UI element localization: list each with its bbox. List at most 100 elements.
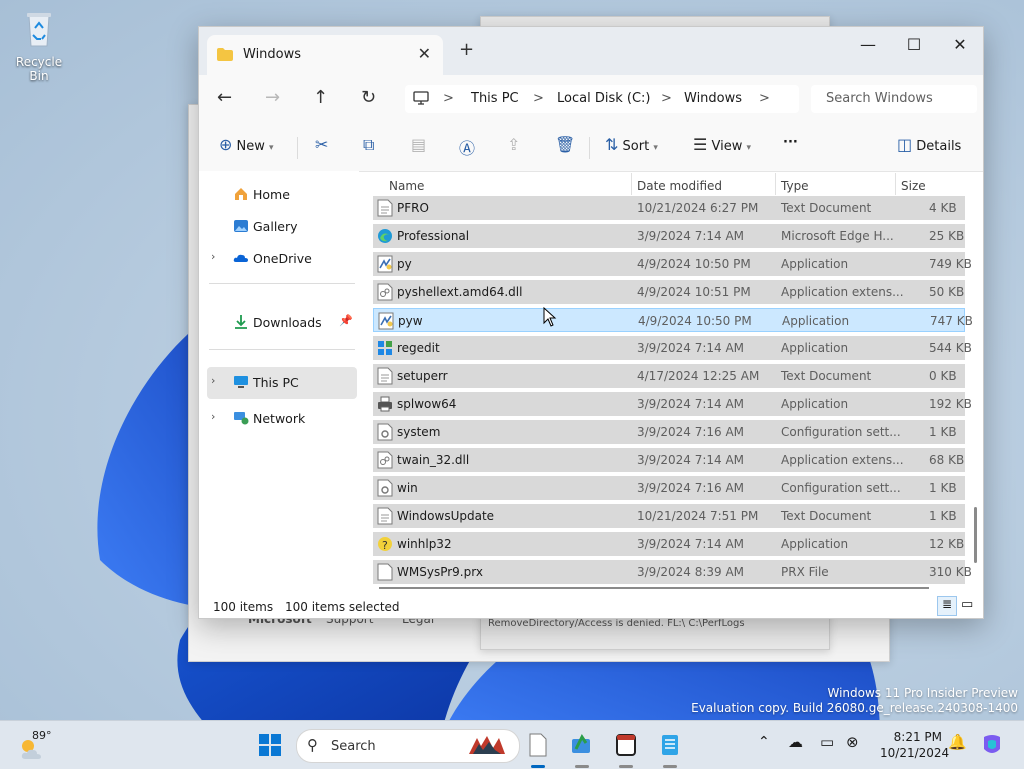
table-row[interactable]: PFRO 10/21/2024 6:27 PM Text Document 4 KB: [373, 196, 965, 220]
file-name: WindowsUpdate: [397, 509, 495, 523]
table-row[interactable]: splwow64 3/9/2024 7:14 AM Application 192 K…: [373, 392, 972, 416]
divider: [209, 283, 355, 284]
breadcrumb-this-pc[interactable]: This PC: [471, 91, 519, 106]
notepad-app-icon[interactable]: [658, 733, 682, 757]
back-icon[interactable]: ←: [217, 87, 232, 108]
divider: [589, 137, 590, 159]
status-bar: 100 items 100 items selected ≣ ▭: [199, 594, 983, 618]
table-row[interactable]: setuperr 4/17/2024 12:25 AM Text Document 0…: [373, 364, 965, 388]
paste-button[interactable]: ▤: [411, 135, 426, 154]
new-button[interactable]: ⊕ New ▾: [219, 135, 274, 154]
table-row[interactable]: pyshellext.amd64.dll 4/9/2024 10:51 PM App…: [373, 280, 965, 304]
cut-button[interactable]: ✂: [315, 135, 328, 154]
chevron-right-icon[interactable]: ›: [211, 374, 215, 387]
nav-item-gallery[interactable]: Gallery: [207, 211, 357, 241]
terminal-app-icon[interactable]: [614, 733, 638, 757]
display-icon[interactable]: ▭: [820, 733, 834, 751]
up-icon[interactable]: ↑: [313, 87, 328, 108]
more-options-button[interactable]: ···: [783, 135, 798, 150]
file-name: win: [397, 481, 418, 495]
rename-button[interactable]: Ⓐ: [459, 135, 475, 159]
chevron-right-icon[interactable]: ›: [211, 250, 215, 263]
breadcrumb-local-disk[interactable]: Local Disk (C:): [557, 91, 650, 106]
start-windows-icon[interactable]: [258, 733, 282, 757]
breadcrumb-separator: >: [443, 91, 454, 106]
nav-item-this-pc[interactable]: › This PC: [207, 367, 357, 399]
divider[interactable]: [775, 173, 776, 195]
taskbar-search[interactable]: ⚲ Search: [296, 729, 520, 763]
search-input[interactable]: Search Windows: [811, 85, 977, 113]
close-tab-icon[interactable]: ✕: [418, 44, 431, 63]
file-size: 50 KB: [929, 285, 965, 299]
nav-item-downloads[interactable]: Downloads 📌: [207, 307, 357, 337]
file-name: splwow64: [397, 397, 457, 411]
volume-mute-icon[interactable]: ⊗: [846, 733, 859, 751]
divider[interactable]: [631, 173, 632, 195]
close-button[interactable]: ✕: [937, 31, 983, 61]
file-size: 68 KB: [929, 453, 965, 467]
table-row[interactable]: win 3/9/2024 7:16 AM Configuration sett...…: [373, 476, 965, 500]
column-header: ⌃ Name Date modified Type Size: [373, 171, 983, 195]
file-type: PRX File: [781, 565, 829, 579]
horizontal-scrollbar[interactable]: [379, 587, 929, 589]
table-row[interactable]: twain_32.dll 3/9/2024 7:14 AM Application …: [373, 448, 965, 472]
view-button[interactable]: ☰ View ▾: [693, 135, 751, 154]
table-row[interactable]: pyw 4/9/2024 10:50 PM Application 747 KB: [373, 308, 973, 332]
tiles-view-icon[interactable]: ▭: [961, 597, 973, 612]
breadcrumb-windows[interactable]: Windows: [684, 91, 742, 106]
table-row[interactable]: system 3/9/2024 7:16 AM Configuration sett…: [373, 420, 965, 444]
computer-icon: [234, 376, 248, 388]
file-date: 3/9/2024 7:14 AM: [637, 453, 745, 467]
recycle-bin[interactable]: Recycle Bin: [6, 8, 72, 83]
copilot-icon[interactable]: [980, 733, 1004, 757]
details-view-icon[interactable]: ≣: [937, 596, 957, 616]
table-row[interactable]: py 4/9/2024 10:50 PM Application 749 KB: [373, 252, 972, 276]
table-row[interactable]: regedit 3/9/2024 7:14 AM Application 544 KB: [373, 336, 972, 360]
nav-item-network[interactable]: › Network: [207, 403, 357, 433]
file-type: Application: [781, 537, 849, 551]
share-button[interactable]: ⇪: [507, 135, 520, 154]
clock-date: 10/21/2024: [880, 746, 950, 760]
notification-bell-icon[interactable]: 🔔: [948, 733, 967, 751]
printer-icon: [377, 395, 393, 413]
maximize-button[interactable]: ☐: [891, 31, 937, 61]
file-size: 0 KB: [929, 369, 957, 383]
nav-item-onedrive[interactable]: › OneDrive: [207, 243, 357, 273]
forward-icon[interactable]: →: [265, 87, 280, 108]
table-row[interactable]: ? winhlp32 3/9/2024 7:14 AM Application 12 K…: [373, 532, 965, 556]
breadcrumb-separator: >: [533, 91, 544, 106]
refresh-icon[interactable]: ↻: [361, 87, 376, 108]
photo-editor-icon[interactable]: [570, 733, 594, 757]
table-row[interactable]: WMSysPr9.prx 3/9/2024 8:39 AM PRX File 310 …: [373, 560, 972, 584]
column-type[interactable]: Type: [781, 179, 809, 193]
chevron-right-icon[interactable]: ›: [211, 410, 215, 423]
file-type: Application: [781, 397, 849, 411]
breadcrumb[interactable]: > This PC > Local Disk (C:) > Windows >: [405, 85, 799, 113]
taskbar: 89° ⚲ Search ⌃ ☁ ▭ ⊗ 8:21 PM 10/21/2024 …: [0, 720, 1024, 769]
column-size[interactable]: Size: [901, 179, 926, 193]
table-row[interactable]: WindowsUpdate 10/21/2024 7:51 PM Text Docu…: [373, 504, 965, 528]
file-name: WMSysPr9.prx: [397, 565, 483, 579]
column-name[interactable]: Name: [389, 179, 424, 193]
vertical-scrollbar[interactable]: [974, 507, 977, 563]
notepad-file-icon[interactable]: [526, 733, 550, 757]
file-size: 1 KB: [929, 481, 957, 495]
divider[interactable]: [895, 173, 896, 195]
details-button[interactable]: ◫ Details: [897, 135, 961, 154]
watermark-line-2: Evaluation copy. Build 26080.ge_release.…: [691, 701, 1018, 715]
new-tab-icon[interactable]: +: [459, 39, 474, 60]
minimize-button[interactable]: —: [845, 31, 891, 61]
table-row[interactable]: Professional 3/9/2024 7:14 AM Microsoft Ed…: [373, 224, 965, 248]
nav-item-home[interactable]: Home: [207, 179, 357, 209]
clock[interactable]: 8:21 PM 10/21/2024: [880, 729, 950, 761]
column-date[interactable]: Date modified: [637, 179, 722, 193]
delete-button[interactable]: 🗑: [555, 135, 575, 154]
plus-icon: ⊕: [219, 135, 233, 154]
network-off-icon[interactable]: ☁: [788, 733, 803, 751]
trash-icon: 🗑: [555, 135, 576, 154]
copy-button[interactable]: ⧉: [363, 135, 374, 155]
tab-windows[interactable]: Windows ✕: [207, 35, 443, 75]
chevron-up-icon[interactable]: ⌃: [758, 734, 770, 750]
pin-icon[interactable]: 📌: [339, 314, 353, 327]
sort-button[interactable]: ⇅ Sort ▾: [605, 135, 658, 154]
